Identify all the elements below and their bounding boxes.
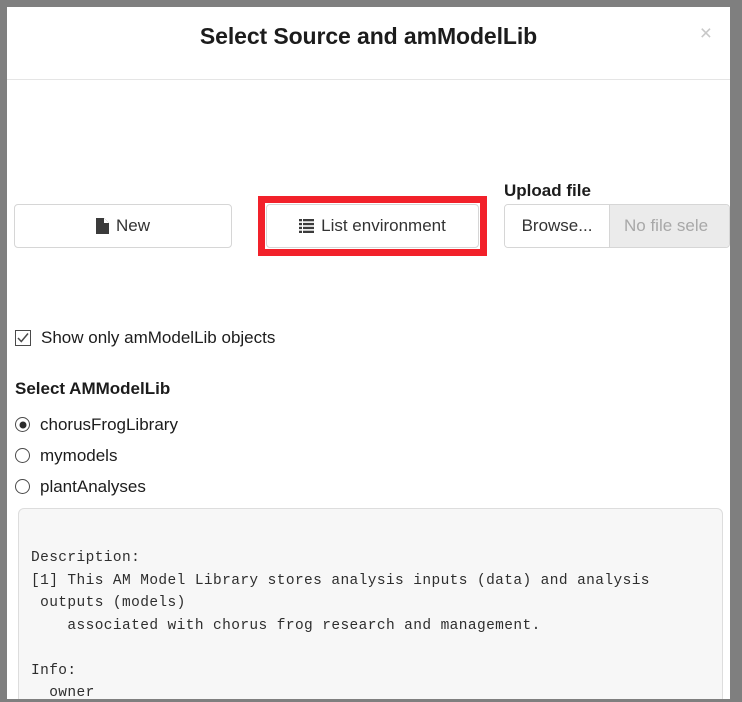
console-output-panel[interactable]: Description: [1] This AM Model Library s… (18, 508, 723, 699)
list-environment-label: List environment (321, 216, 446, 235)
upload-file-heading: Upload file (504, 181, 591, 200)
radio-selected-icon[interactable] (15, 417, 30, 432)
file-upload-control[interactable]: Browse... No file sele (504, 204, 730, 248)
dialog-body: Upload file New List environment Browse.… (7, 80, 730, 699)
radio-label: mymodels (40, 445, 118, 465)
close-icon[interactable]: × (696, 21, 716, 46)
file-icon (95, 218, 109, 234)
radio-unselected-icon[interactable] (15, 448, 30, 463)
radio-label: plantAnalyses (40, 476, 146, 496)
checkbox-checked-icon[interactable] (15, 330, 31, 346)
radio-option-chorusfroglibrary[interactable]: chorusFrogLibrary (15, 409, 178, 440)
radio-option-mymodels[interactable]: mymodels (15, 440, 178, 471)
new-button-label: New (115, 216, 150, 235)
list-icon (299, 219, 315, 233)
browse-button[interactable]: Browse... (505, 205, 610, 247)
dialog-header: Select Source and amModelLib × (7, 7, 730, 80)
new-button[interactable]: New (14, 204, 232, 248)
selected-filename-text: No file sele (610, 205, 729, 247)
ammodellib-radio-group: chorusFrogLibrary mymodels plantAnalyses (15, 409, 178, 502)
console-output-text: Description: [1] This AM Model Library s… (31, 550, 650, 699)
radio-unselected-icon[interactable] (15, 479, 30, 494)
page-title: Select Source and amModelLib (199, 23, 538, 49)
show-only-ammodellib-label: Show only amModelLib objects (41, 328, 276, 347)
radio-option-plantanalyses[interactable]: plantAnalyses (15, 471, 178, 502)
radio-label: chorusFrogLibrary (40, 414, 178, 434)
select-source-dialog: Select Source and amModelLib × Upload fi… (7, 7, 730, 699)
list-environment-button[interactable]: List environment (266, 204, 479, 248)
select-ammodellib-heading: Select AMModelLib (15, 379, 171, 398)
show-only-ammodellib-checkbox-row[interactable]: Show only amModelLib objects (15, 328, 275, 348)
screenshot-frame: Select Source and amModelLib × Upload fi… (0, 0, 742, 702)
